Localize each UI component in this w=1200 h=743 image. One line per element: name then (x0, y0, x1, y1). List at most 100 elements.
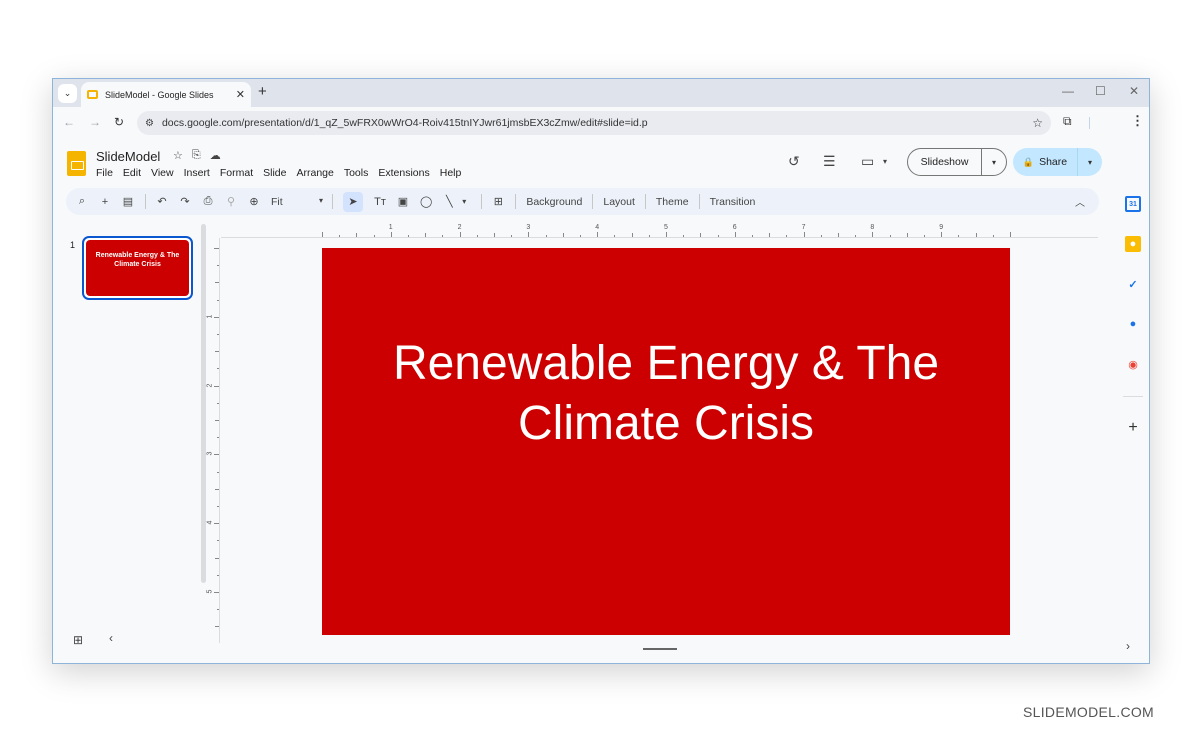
ruler-tick (373, 235, 375, 237)
add-addon-icon[interactable]: + (1125, 419, 1141, 436)
redo-icon[interactable]: ↷ (179, 195, 191, 208)
move-folder-icon[interactable]: ⎘ (192, 149, 201, 162)
ruler-tick (322, 232, 323, 237)
zoom-select[interactable]: Fit ▾ (271, 196, 323, 208)
site-info-icon[interactable]: ⚙ (145, 118, 154, 129)
forward-button[interactable]: → (89, 115, 101, 129)
ruler-label: 8 (870, 224, 875, 231)
url-text[interactable]: docs.google.com/presentation/d/1_qZ_5wFR… (162, 117, 648, 129)
line-dropdown-icon[interactable]: ▾ (458, 197, 470, 206)
menu-view[interactable]: View (151, 167, 174, 179)
close-tab-icon[interactable]: ✕ (236, 88, 245, 101)
bookmark-star-icon[interactable]: ☆ (1032, 116, 1043, 130)
speaker-notes-handle[interactable] (643, 648, 677, 650)
ruler-tick (214, 385, 219, 387)
maps-icon[interactable]: ◉ (1125, 356, 1141, 372)
select-tool-icon[interactable]: ➤ (343, 191, 363, 212)
ruler-label: 3 (206, 451, 214, 456)
tab-search-button[interactable]: ⌄ (58, 84, 77, 103)
comments-icon[interactable]: ☰ (823, 153, 836, 170)
ruler-label: 2 (206, 383, 214, 388)
ruler-tick (528, 232, 530, 237)
ruler-tick (390, 232, 392, 237)
ruler-tick (700, 233, 702, 237)
menu-file[interactable]: File (96, 167, 113, 179)
vertical-ruler[interactable]: 1 2 3 4 5 (206, 238, 220, 643)
close-window-button[interactable]: ✕ (1129, 84, 1139, 98)
ruler-tick (992, 235, 994, 237)
ruler-tick (215, 626, 219, 628)
menu-insert[interactable]: Insert (184, 167, 210, 179)
ruler-label: 5 (664, 224, 668, 231)
menu-help[interactable]: Help (440, 167, 462, 179)
ruler-tick (214, 523, 219, 525)
menu-slide[interactable]: Slide (263, 167, 286, 179)
divider (145, 194, 146, 209)
slide-thumbnail[interactable]: Renewable Energy & The Climate Crisis (82, 236, 193, 300)
new-tab-button[interactable]: + (258, 83, 267, 100)
share-dropdown-icon[interactable]: ▾ (1078, 158, 1102, 167)
horizontal-ruler[interactable]: 1 2 3 4 5 6 7 8 9 (221, 224, 1098, 238)
add-comment-icon[interactable]: ⊞ (492, 195, 504, 208)
grid-view-icon[interactable]: ⊞ (73, 633, 83, 647)
line-icon[interactable]: ╲ (443, 195, 455, 208)
search-menus-icon[interactable]: ⌕ (76, 195, 88, 208)
background-button[interactable]: Background (526, 196, 582, 208)
back-button[interactable]: ← (63, 115, 75, 129)
browser-tab[interactable]: SlideModel - Google Slides ✕ (81, 82, 251, 107)
calendar-icon[interactable]: 31 (1125, 196, 1141, 212)
ruler-tick (597, 232, 599, 237)
zoom-icon[interactable]: ⊕ (248, 195, 260, 208)
ruler-tick (214, 316, 219, 318)
menu-arrange[interactable]: Arrange (296, 167, 333, 179)
text-box-icon[interactable]: Tт (374, 196, 386, 208)
document-title[interactable]: SlideModel (96, 149, 160, 164)
theme-button[interactable]: Theme (656, 196, 689, 208)
collapse-filmstrip-icon[interactable]: ‹ (109, 631, 113, 645)
maximize-button[interactable]: ☐ (1095, 84, 1106, 98)
browser-menu-icon[interactable]: ⋮ (1131, 113, 1144, 129)
contacts-icon[interactable]: ● (1125, 316, 1141, 332)
menu-tools[interactable]: Tools (344, 167, 369, 179)
slideshow-button[interactable]: Slideshow (908, 149, 982, 175)
google-slides-logo-icon[interactable] (67, 151, 86, 176)
share-button[interactable]: 🔒 Share (1013, 148, 1078, 176)
ruler-tick (214, 592, 219, 593)
divider (332, 194, 333, 209)
meet-icon[interactable]: ▭ (861, 153, 874, 170)
ruler-tick (214, 454, 219, 456)
menu-edit[interactable]: Edit (123, 167, 141, 179)
slide-layout-icon[interactable]: ▤ (122, 195, 134, 208)
ruler-tick (666, 232, 667, 237)
keep-icon[interactable]: ● (1125, 236, 1141, 252)
cloud-status-icon[interactable]: ☁ (210, 149, 221, 162)
address-bar[interactable]: ⚙ docs.google.com/presentation/d/1_qZ_5w… (137, 111, 1051, 135)
menu-format[interactable]: Format (220, 167, 253, 179)
transition-button[interactable]: Transition (710, 196, 756, 208)
expand-side-panel-icon[interactable]: › (1126, 639, 1130, 653)
slideshow-dropdown-icon[interactable]: ▾ (982, 158, 1006, 167)
ruler-tick (975, 233, 977, 237)
version-history-icon[interactable]: ↺ (788, 153, 800, 170)
menu-extensions[interactable]: Extensions (378, 167, 429, 179)
layout-button[interactable]: Layout (603, 196, 635, 208)
slide-title[interactable]: Renewable Energy & The Climate Crisis (356, 334, 976, 454)
slide-canvas[interactable]: Renewable Energy & The Climate Crisis (322, 248, 1010, 635)
reload-button[interactable]: ↻ (114, 115, 124, 129)
divider (592, 194, 594, 209)
meet-dropdown-icon[interactable]: ▾ (883, 157, 887, 166)
side-panel: 31 ● ✓ ● ◉ + (1115, 184, 1149, 663)
undo-icon[interactable]: ↶ (156, 195, 168, 208)
print-icon[interactable]: ⎙ (202, 195, 214, 208)
star-icon[interactable]: ☆ (173, 149, 183, 162)
insert-image-icon[interactable]: ▣ (397, 195, 409, 208)
minimize-button[interactable]: — (1062, 84, 1074, 98)
ruler-tick (494, 233, 495, 237)
collapse-toolbar-icon[interactable]: ︿ (1075, 194, 1085, 209)
paint-format-icon[interactable]: ⚲ (225, 195, 237, 208)
new-slide-icon[interactable]: + (99, 196, 111, 208)
tasks-icon[interactable]: ✓ (1125, 276, 1141, 292)
ruler-tick (215, 351, 219, 353)
extensions-icon[interactable]: ⧉ (1063, 114, 1072, 129)
shape-icon[interactable]: ◯ (420, 195, 432, 208)
